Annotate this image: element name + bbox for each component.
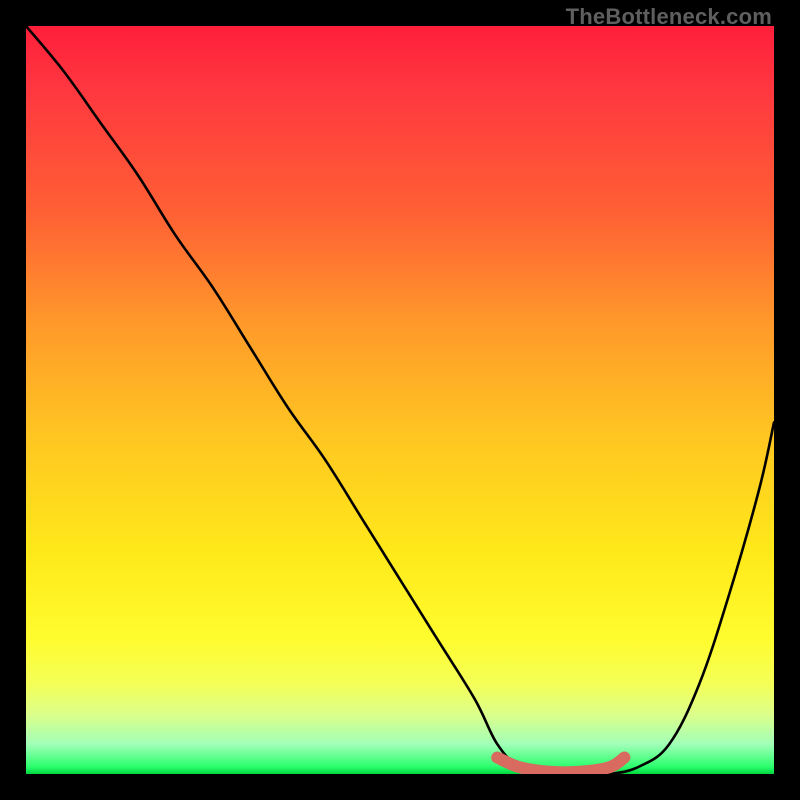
curve-layer bbox=[26, 26, 774, 774]
chart-container: TheBottleneck.com bbox=[0, 0, 800, 800]
bottleneck-curve bbox=[26, 26, 774, 774]
flat-highlight-segment bbox=[497, 758, 624, 773]
plot-area bbox=[26, 26, 774, 774]
watermark-text: TheBottleneck.com bbox=[566, 4, 772, 30]
